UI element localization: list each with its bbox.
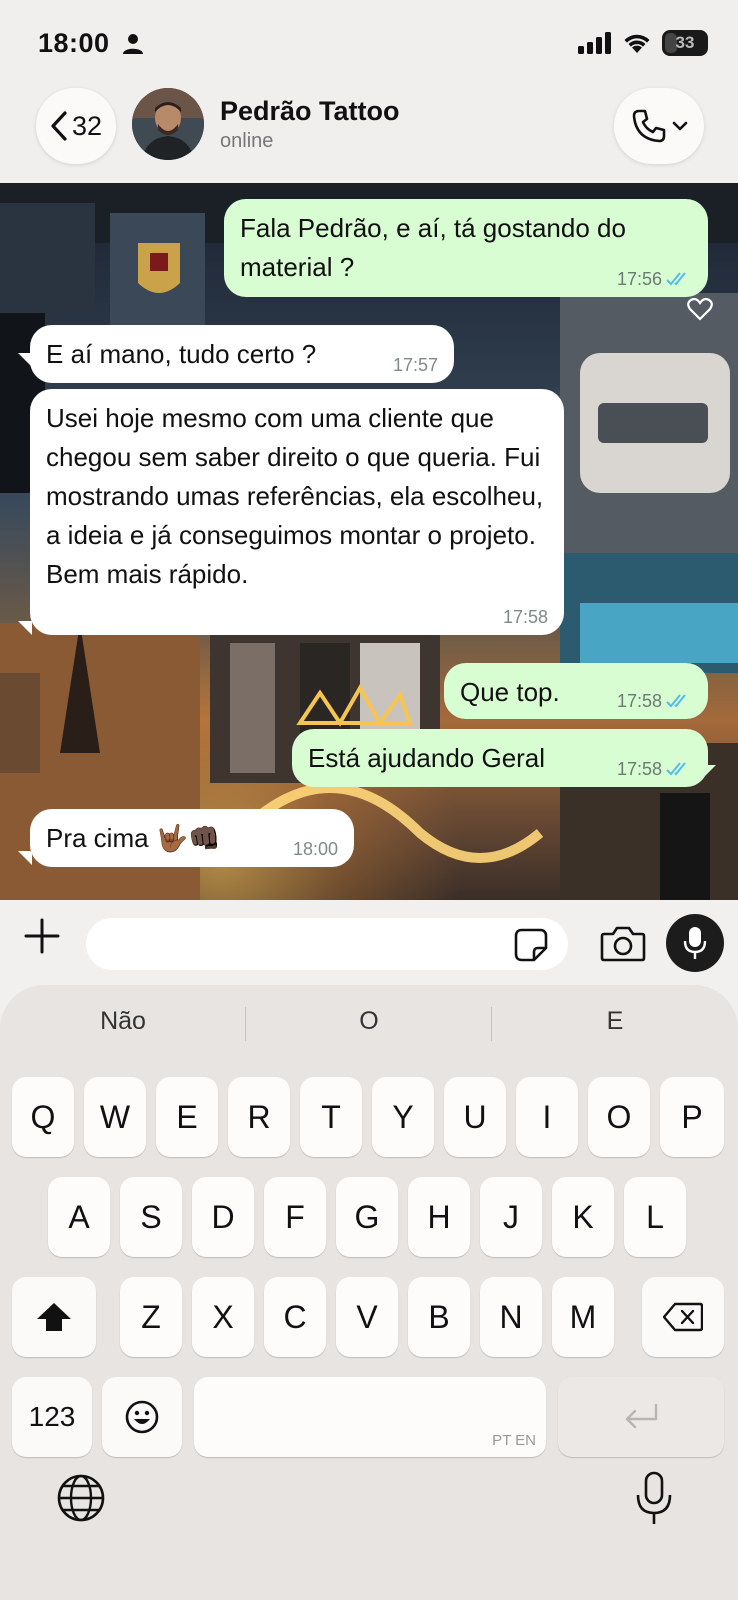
key-f[interactable]: F bbox=[264, 1177, 326, 1257]
backspace-icon bbox=[663, 1302, 703, 1332]
message-bubble-outgoing[interactable]: Que top. 17:58 bbox=[444, 663, 708, 719]
voice-message-button[interactable] bbox=[666, 914, 724, 972]
message-time: 17:57 bbox=[392, 355, 438, 375]
shift-key[interactable] bbox=[12, 1277, 96, 1357]
avatar-image bbox=[132, 88, 204, 160]
key-s[interactable]: S bbox=[120, 1177, 182, 1257]
chevron-down-icon bbox=[672, 121, 688, 131]
message-time: 17:58 bbox=[616, 759, 662, 779]
return-icon bbox=[625, 1403, 658, 1429]
chat-header: 32 Pedrão Tattoo online bbox=[0, 88, 738, 184]
emoji-icon bbox=[125, 1400, 159, 1434]
status-time: 18:00 bbox=[38, 28, 110, 58]
key-g[interactable]: G bbox=[336, 1177, 398, 1257]
double-check-icon bbox=[666, 762, 686, 776]
keyboard: Não O E Q W E R T Y U I O P A S D F G H … bbox=[0, 985, 738, 1600]
key-r[interactable]: R bbox=[228, 1077, 290, 1157]
key-o[interactable]: O bbox=[588, 1077, 650, 1157]
key-j[interactable]: J bbox=[480, 1177, 542, 1257]
key-w[interactable]: W bbox=[84, 1077, 146, 1157]
suggestion-item[interactable]: O bbox=[246, 1007, 492, 1036]
message-text: Pra cima 🤟🏾👊🏿 bbox=[46, 823, 221, 853]
key-n[interactable]: N bbox=[480, 1277, 542, 1357]
message-bubble-incoming[interactable]: Pra cima 🤟🏾👊🏿 18:00 bbox=[30, 809, 354, 867]
message-meta: 17:58 bbox=[617, 759, 692, 779]
dictation-microphone-icon[interactable] bbox=[634, 1471, 674, 1527]
message-text: Está ajudando Geral bbox=[308, 743, 546, 773]
key-e[interactable]: E bbox=[156, 1077, 218, 1157]
key-v[interactable]: V bbox=[336, 1277, 398, 1357]
avatar[interactable] bbox=[132, 88, 204, 160]
bubble-tail bbox=[702, 765, 716, 779]
message-bubble-incoming[interactable]: Usei hoje mesmo com uma cliente que cheg… bbox=[30, 389, 564, 635]
status-bar: 18:00 33 bbox=[0, 0, 738, 88]
suggestion-item[interactable]: Não bbox=[0, 1007, 246, 1036]
key-i[interactable]: I bbox=[516, 1077, 578, 1157]
message-bubble-outgoing[interactable]: Fala Pedrão, e aí, tá gostando do materi… bbox=[224, 199, 708, 297]
shift-icon bbox=[37, 1303, 71, 1331]
plus-icon[interactable] bbox=[22, 916, 62, 956]
key-b[interactable]: B bbox=[408, 1277, 470, 1357]
return-key[interactable] bbox=[558, 1377, 724, 1457]
key-p[interactable]: P bbox=[660, 1077, 724, 1157]
emoji-key[interactable] bbox=[102, 1377, 182, 1457]
key-z[interactable]: Z bbox=[120, 1277, 182, 1357]
message-input[interactable] bbox=[86, 918, 568, 970]
bubble-tail bbox=[18, 621, 32, 635]
message-time: 17:58 bbox=[616, 691, 662, 711]
key-m[interactable]: M bbox=[552, 1277, 614, 1357]
call-button[interactable] bbox=[614, 88, 704, 164]
key-a[interactable]: A bbox=[48, 1177, 110, 1257]
battery-level: 33 bbox=[675, 33, 695, 52]
double-check-icon bbox=[666, 694, 686, 708]
key-k[interactable]: K bbox=[552, 1177, 614, 1257]
message-text: Que top. bbox=[460, 677, 560, 707]
suggestion-item[interactable]: E bbox=[492, 1007, 738, 1036]
chat-area[interactable]: Fala Pedrão, e aí, tá gostando do materi… bbox=[0, 183, 738, 900]
back-button[interactable]: 32 bbox=[36, 88, 116, 164]
double-check-icon bbox=[666, 272, 686, 286]
unread-count: 32 bbox=[71, 110, 103, 141]
contact-status: online bbox=[220, 130, 274, 152]
space-language-label: PT EN bbox=[492, 1432, 536, 1449]
message-text: E aí mano, tudo certo ? bbox=[46, 339, 317, 369]
message-text: Usei hoje mesmo com uma cliente que cheg… bbox=[46, 403, 544, 589]
backspace-key[interactable] bbox=[642, 1277, 724, 1357]
wifi-icon bbox=[624, 34, 650, 53]
key-x[interactable]: X bbox=[192, 1277, 254, 1357]
numbers-key[interactable]: 123 bbox=[12, 1377, 92, 1457]
chevron-left-icon bbox=[51, 111, 67, 141]
status-indicators: 33 bbox=[578, 30, 708, 56]
globe-icon[interactable] bbox=[56, 1473, 106, 1523]
message-time: 18:00 bbox=[292, 839, 338, 859]
sticker-icon[interactable] bbox=[514, 928, 548, 962]
message-time: 17:58 bbox=[502, 607, 548, 627]
suggestion-bar: Não O E bbox=[0, 985, 738, 1045]
key-y[interactable]: Y bbox=[372, 1077, 434, 1157]
key-h[interactable]: H bbox=[408, 1177, 470, 1257]
battery-indicator: 33 bbox=[662, 30, 708, 56]
key-u[interactable]: U bbox=[444, 1077, 506, 1157]
microphone-icon bbox=[683, 927, 707, 959]
phone-icon bbox=[632, 109, 666, 143]
message-meta: 17:56 bbox=[617, 269, 692, 289]
message-input-bar bbox=[0, 900, 738, 980]
message-text: Fala Pedrão, e aí, tá gostando do materi… bbox=[240, 213, 626, 282]
key-t[interactable]: T bbox=[300, 1077, 362, 1157]
bubble-tail bbox=[18, 851, 32, 865]
key-d[interactable]: D bbox=[192, 1177, 254, 1257]
message-bubble-incoming[interactable]: E aí mano, tudo certo ? 17:57 bbox=[30, 325, 454, 383]
signal-icon bbox=[578, 32, 611, 54]
message-time: 17:56 bbox=[616, 269, 662, 289]
heart-icon[interactable] bbox=[687, 297, 713, 321]
message-bubble-outgoing[interactable]: Está ajudando Geral 17:58 bbox=[292, 729, 708, 787]
key-l[interactable]: L bbox=[624, 1177, 686, 1257]
person-icon bbox=[123, 34, 143, 54]
key-q[interactable]: Q bbox=[12, 1077, 74, 1157]
key-c[interactable]: C bbox=[264, 1277, 326, 1357]
contact-name[interactable]: Pedrão Tattoo bbox=[220, 96, 400, 127]
space-key[interactable]: PT EN bbox=[194, 1377, 546, 1457]
camera-icon[interactable] bbox=[600, 924, 646, 964]
message-meta: 17:58 bbox=[617, 691, 692, 711]
